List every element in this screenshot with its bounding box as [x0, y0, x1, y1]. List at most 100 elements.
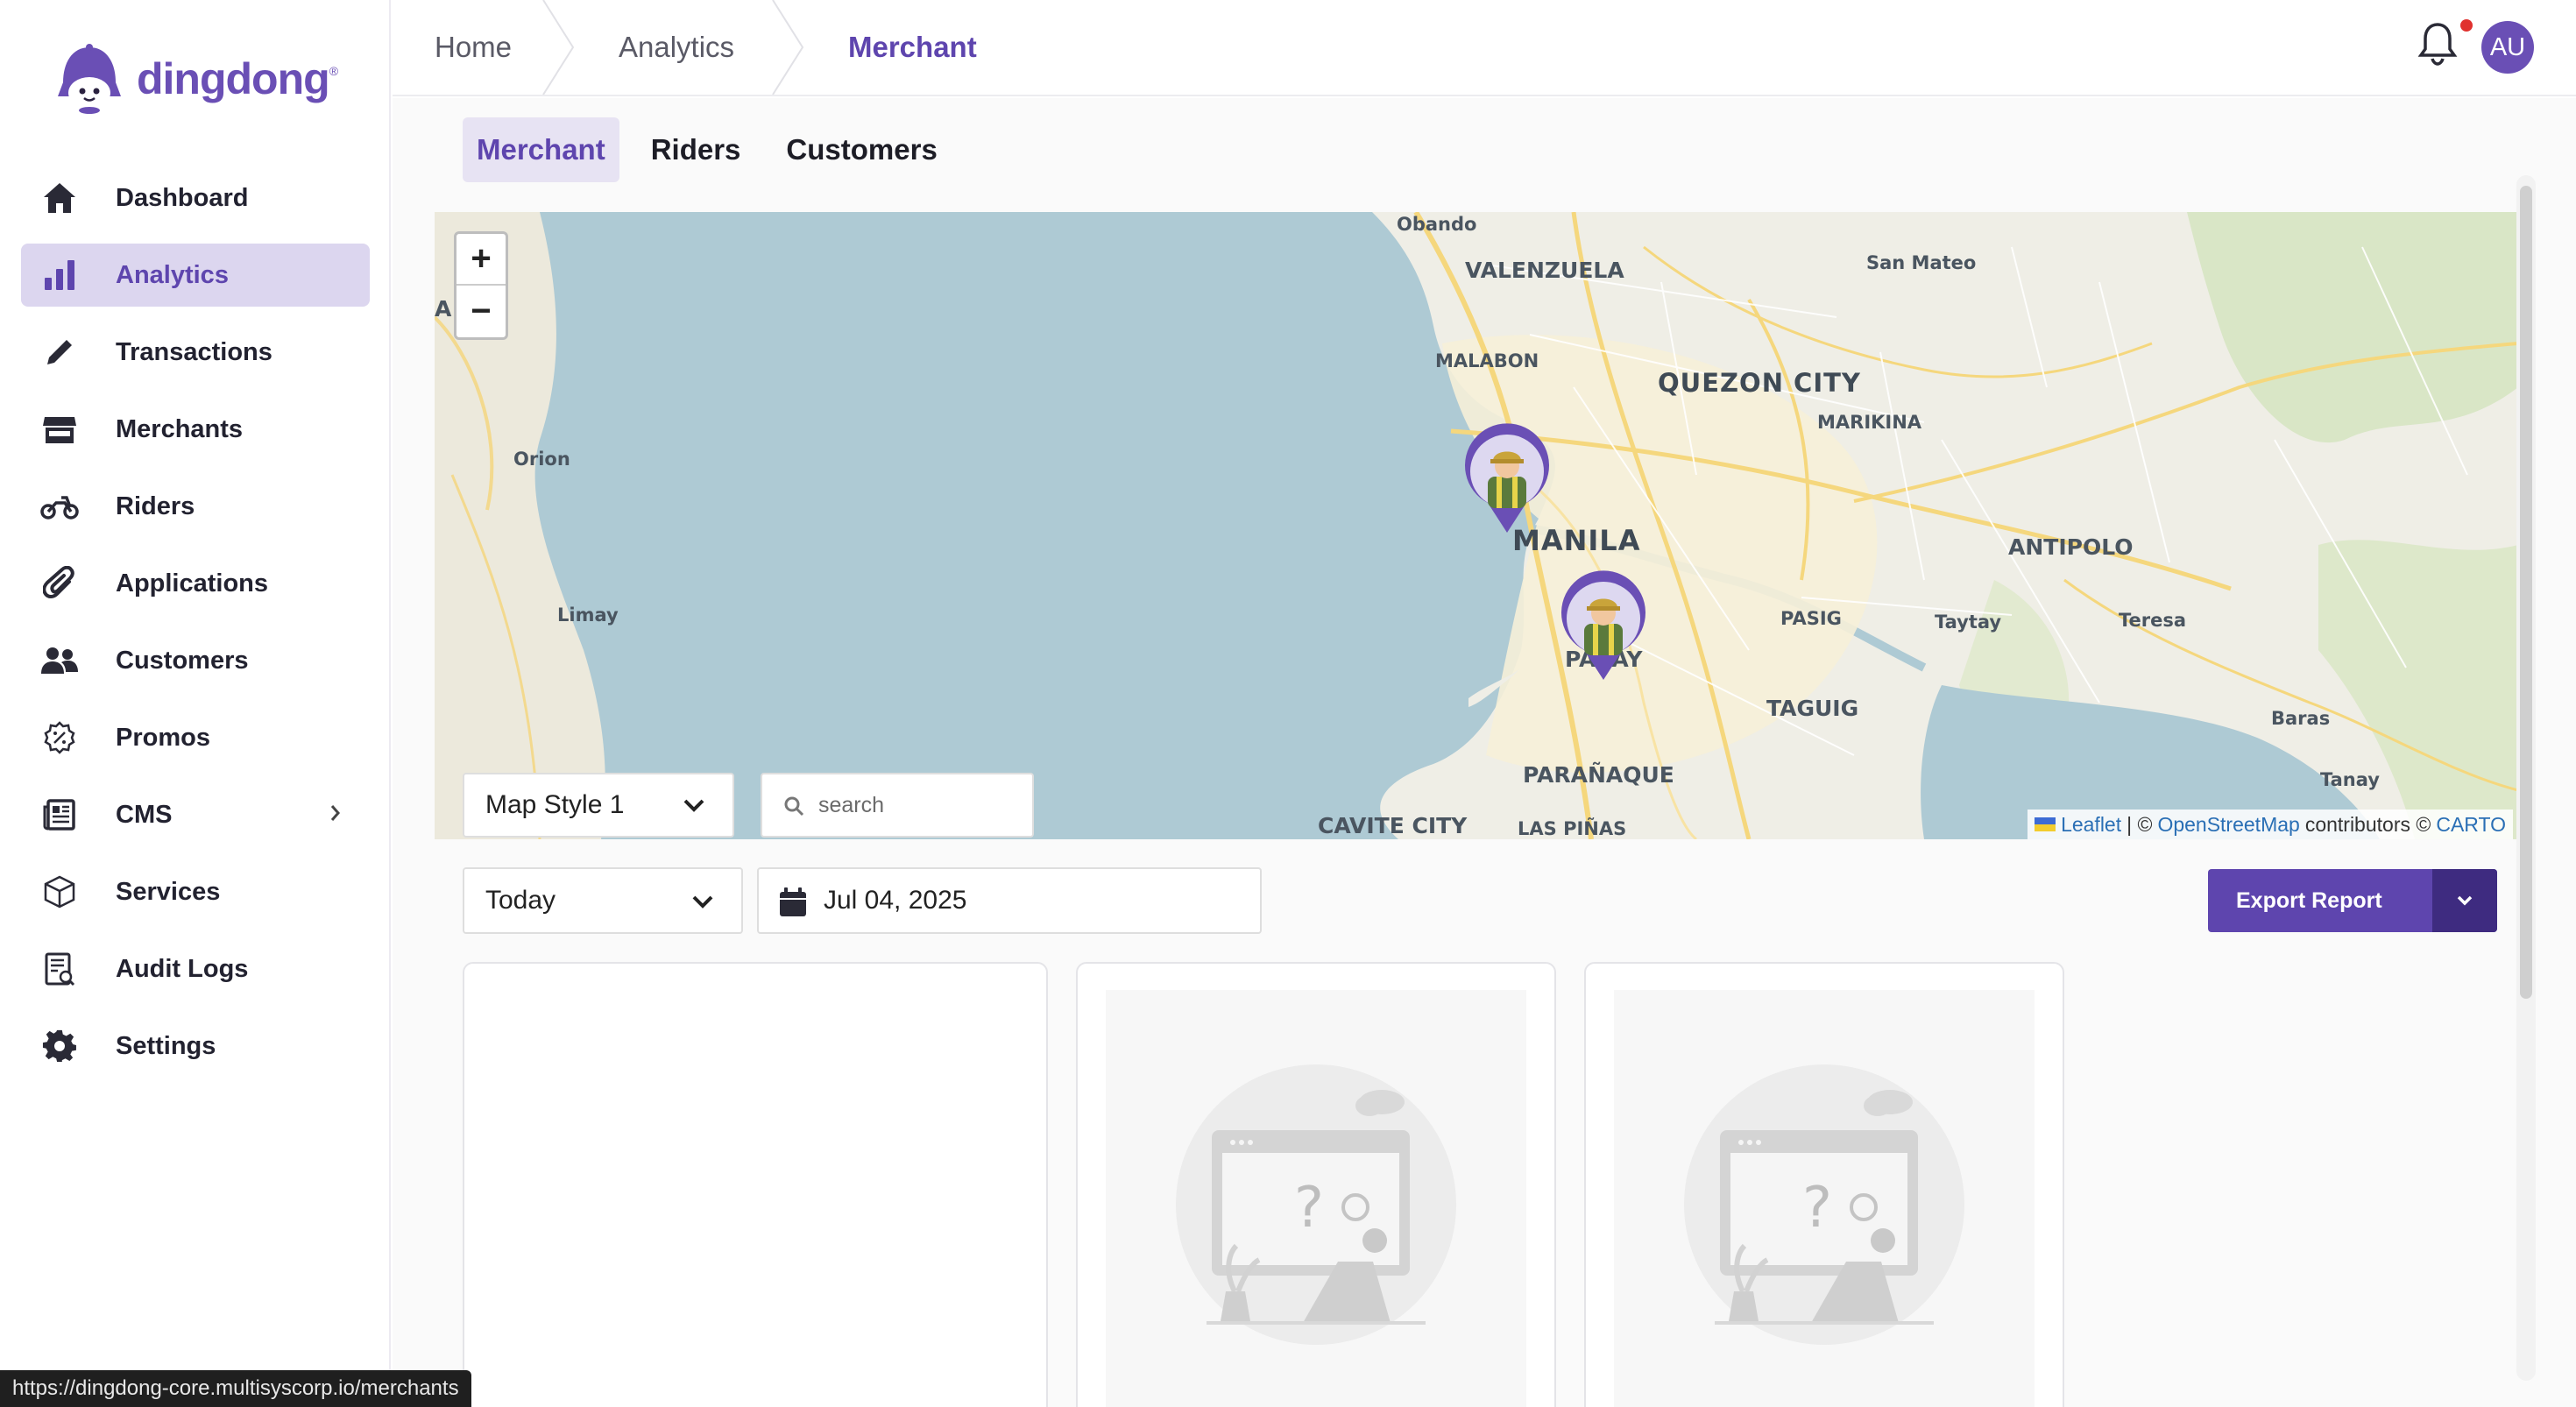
map-label-las-pinas: LAS PIÑAS — [1518, 818, 1627, 839]
ukraine-flag-icon — [2035, 817, 2056, 831]
home-icon — [40, 179, 79, 217]
sidebar-item-applications[interactable]: Applications — [21, 552, 370, 615]
map-label-orion: Orion — [513, 449, 570, 470]
map-label-taytay: Taytay — [1935, 612, 2002, 633]
date-value: Jul 04, 2025 — [824, 886, 967, 915]
date-picker[interactable]: Jul 04, 2025 — [757, 867, 1262, 934]
svg-text:?: ? — [1294, 1176, 1324, 1241]
tab-riders[interactable]: Riders — [637, 117, 755, 182]
export-options-button[interactable] — [2432, 869, 2497, 932]
avatar[interactable]: AU — [2481, 21, 2534, 74]
attribution-contributors: contributors © — [2304, 812, 2431, 836]
pencil-icon — [40, 333, 79, 371]
sidebar-item-promos[interactable]: Promos — [21, 706, 370, 769]
main-content: Merchant Riders Customers Obando VALENZU… — [393, 98, 2576, 1407]
period-value: Today — [485, 886, 556, 915]
merchant-map[interactable]: Obando VALENZUELA San Mateo MALABON QUEZ… — [435, 212, 2518, 839]
sidebar-item-label: Dashboard — [116, 183, 249, 212]
analytics-tabs: Merchant Riders Customers — [463, 117, 952, 182]
sidebar-item-riders[interactable]: Riders — [21, 475, 370, 538]
map-label-taguig: TAGUIG — [1766, 696, 1859, 721]
chevron-right-icon — [328, 801, 343, 832]
sidebar-item-label: Transactions — [116, 337, 272, 366]
map-search-input[interactable]: search — [761, 773, 1034, 838]
calendar-icon — [780, 887, 806, 916]
rider-marker-icon[interactable] — [1461, 422, 1553, 536]
breadcrumb-home[interactable]: Home — [435, 0, 512, 95]
map-label-obando: Obando — [1397, 214, 1477, 235]
sidebar-item-settings[interactable]: Settings — [21, 1015, 370, 1078]
gear-icon — [40, 1027, 79, 1065]
sidebar-item-label: CMS — [116, 800, 173, 829]
paperclip-icon — [40, 564, 79, 603]
sidebar-item-customers[interactable]: Customers — [21, 629, 370, 692]
map-label-pasig: PASIG — [1780, 608, 1842, 629]
sidebar-nav: Dashboard Analytics Transactions Merchan… — [21, 166, 370, 1092]
export-report-button[interactable]: Export Report — [2208, 869, 2497, 932]
map-label-san-mateo: San Mateo — [1866, 252, 1977, 273]
sidebar-item-label: Settings — [116, 1031, 216, 1060]
sidebar-item-label: Applications — [116, 569, 269, 597]
sidebar-item-label: Promos — [116, 723, 210, 752]
sidebar-item-label: Audit Logs — [116, 954, 249, 983]
svg-text:?: ? — [1802, 1176, 1832, 1241]
breadcrumb-analytics[interactable]: Analytics — [619, 0, 734, 95]
map-style-select[interactable]: Map Style 1 — [463, 773, 734, 838]
sidebar-item-services[interactable]: Services — [21, 860, 370, 923]
sidebar-item-analytics[interactable]: Analytics — [21, 244, 370, 307]
search-icon — [784, 796, 804, 817]
report-icon — [40, 950, 79, 988]
zoom-in-button[interactable]: + — [456, 234, 506, 286]
tab-merchant[interactable]: Merchant — [463, 117, 619, 182]
map-label-tanay: Tanay — [2320, 769, 2380, 790]
chevron-down-icon — [692, 895, 713, 909]
badge-icon — [40, 718, 79, 757]
bar-chart-icon — [40, 256, 79, 294]
attribution-sep: | © — [2127, 812, 2153, 836]
carto-link[interactable]: CARTO — [2436, 813, 2506, 837]
map-label-cavite-city: CAVITE CITY — [1318, 813, 1468, 838]
notification-bell-icon[interactable] — [2417, 21, 2459, 67]
chevron-down-icon — [2457, 895, 2473, 906]
notification-dot — [2460, 19, 2473, 32]
tab-customers[interactable]: Customers — [772, 117, 951, 182]
store-icon — [40, 410, 79, 449]
map-label-quezon-city: QUEZON CITY — [1658, 368, 1861, 398]
sidebar-item-dashboard[interactable]: Dashboard — [21, 166, 370, 230]
zoom-out-button[interactable]: − — [456, 286, 506, 337]
breadcrumb-current: Merchant — [848, 31, 977, 63]
brand-logo[interactable]: dingdong® — [51, 44, 338, 114]
analytics-card-no-data: ? — [1076, 962, 1556, 1407]
zoom-control: + − — [454, 231, 508, 340]
leaflet-link[interactable]: Leaflet — [2061, 813, 2121, 837]
motorcycle-icon — [40, 487, 79, 526]
scrollbar-thumb[interactable] — [2520, 186, 2532, 999]
sidebar-item-cms[interactable]: CMS — [21, 783, 370, 846]
brand-name: dingdong® — [137, 54, 338, 103]
map-label-paranaque: PARAÑAQUE — [1523, 762, 1674, 788]
osm-link[interactable]: OpenStreetMap — [2157, 813, 2299, 837]
sidebar-item-audit-logs[interactable]: Audit Logs — [21, 937, 370, 1000]
map-label-marikina: MARIKINA — [1817, 412, 1922, 433]
newspaper-icon — [40, 795, 79, 834]
breadcrumb-separator-icon — [772, 0, 804, 95]
sidebar-item-label: Services — [116, 877, 221, 906]
map-label-teresa: Teresa — [2119, 610, 2187, 631]
map-label-malabon: MALABON — [1435, 350, 1539, 371]
sidebar-item-transactions[interactable]: Transactions — [21, 321, 370, 384]
sidebar-item-label: Merchants — [116, 414, 244, 443]
status-bar-url: https://dingdong-core.multisyscorp.io/me… — [0, 1370, 471, 1407]
rider-marker-icon[interactable] — [1558, 569, 1649, 683]
sidebar-item-label: Riders — [116, 491, 195, 520]
sidebar: dingdong® Dashboard Analytics Transactio… — [0, 0, 391, 1407]
map-label-valenzuela: VALENZUELA — [1465, 258, 1624, 283]
map-label-edge: A — [435, 296, 452, 322]
sidebar-item-merchants[interactable]: Merchants — [21, 398, 370, 461]
analytics-card-no-data: ? — [1584, 962, 2064, 1407]
card-placeholder: ? — [1106, 990, 1526, 1407]
no-data-illustration-icon: ? — [1176, 1064, 1456, 1345]
map-attribution: Leaflet | © OpenStreetMap contributors ©… — [2028, 810, 2513, 839]
map-label-antipolo: ANTIPOLO — [2008, 534, 2134, 560]
period-select[interactable]: Today — [463, 867, 743, 934]
users-icon — [40, 641, 79, 680]
